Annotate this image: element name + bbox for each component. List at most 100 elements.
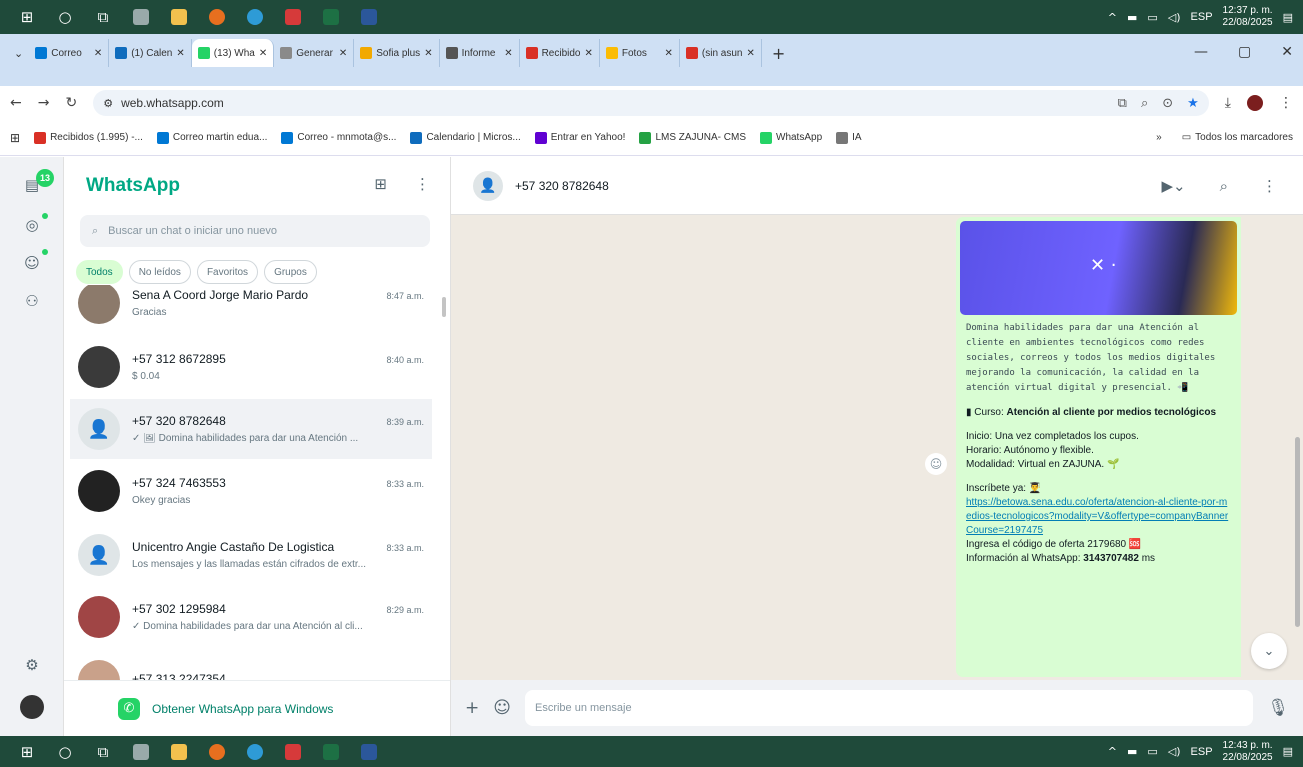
attach-plus-icon[interactable]: + xyxy=(465,698,479,718)
channels-icon[interactable]: ☺ xyxy=(22,253,42,273)
profile-avatar[interactable] xyxy=(20,695,44,719)
bookmark-star-icon[interactable]: ★ xyxy=(1187,96,1199,111)
contact-name[interactable]: +57 320 8782648 xyxy=(515,179,609,193)
tab-close-icon[interactable]: ✕ xyxy=(585,48,593,59)
bookmark-item[interactable]: Calendario | Micros... xyxy=(410,131,521,144)
display-icon[interactable]: ▭ xyxy=(1147,745,1157,758)
more-bookmarks-icon[interactable]: » xyxy=(1156,132,1162,143)
scroll-down-button[interactable]: ⌄ xyxy=(1251,633,1287,669)
back-icon[interactable]: ← xyxy=(10,95,22,111)
message-input[interactable] xyxy=(524,690,1254,726)
language-indicator[interactable]: ESP xyxy=(1191,11,1213,23)
bookmark-item[interactable]: Entrar en Yahoo! xyxy=(534,131,625,144)
get-app-banner[interactable]: ✆ Obtener WhatsApp para Windows xyxy=(64,680,450,736)
network-icon[interactable]: ▬ xyxy=(1127,11,1137,24)
clock[interactable]: 12:37 p. m. 22/08/2025 xyxy=(1223,5,1273,29)
communities-icon[interactable]: ⚇ xyxy=(22,291,42,311)
microphone-icon[interactable]: 🎙 xyxy=(1267,698,1289,718)
forward-icon[interactable]: → xyxy=(38,95,50,111)
firefox-icon[interactable] xyxy=(200,4,234,30)
browser-tab[interactable]: Recibido ✕ xyxy=(520,39,600,67)
chat-list-item[interactable]: +57 302 1295984 8:29 a.m. ✓ Domina habilid… xyxy=(70,587,432,647)
tab-close-icon[interactable]: ✕ xyxy=(665,48,673,59)
filter-unread[interactable]: No leídos xyxy=(128,260,191,284)
file-explorer-icon[interactable] xyxy=(162,4,196,30)
chat-list-scrollbar[interactable] xyxy=(442,297,446,317)
filter-groups[interactable]: Grupos xyxy=(264,260,317,284)
bookmark-item[interactable]: IA xyxy=(836,131,862,144)
chat-list-item[interactable]: +57 324 7463553 8:33 a.m. Okey gracias xyxy=(70,461,432,521)
site-info-icon[interactable]: ⚙ xyxy=(103,97,113,110)
task-view-icon[interactable]: ⧉ xyxy=(86,4,120,30)
tab-close-icon[interactable]: ✕ xyxy=(339,48,347,59)
app-icon[interactable] xyxy=(124,739,158,765)
tab-close-icon[interactable]: ✕ xyxy=(259,48,267,59)
excel-icon[interactable] xyxy=(314,739,348,765)
install-app-icon[interactable]: ⧉ xyxy=(1118,96,1127,111)
emoji-react-icon[interactable]: ☺ xyxy=(925,453,947,475)
contact-avatar[interactable]: 👤 xyxy=(473,170,503,201)
bookmark-item[interactable]: LMS ZAJUNA- CMS xyxy=(639,131,746,144)
word-icon[interactable] xyxy=(352,4,386,30)
app-icon[interactable] xyxy=(276,739,310,765)
maximize-icon[interactable]: ▢ xyxy=(1238,44,1251,60)
tray-chevron-icon[interactable]: ^ xyxy=(1108,11,1117,24)
app-icon[interactable] xyxy=(124,4,158,30)
tab-close-icon[interactable]: ✕ xyxy=(176,48,184,59)
browser-tab[interactable]: Sofia plus ✕ xyxy=(354,39,440,67)
word-icon[interactable] xyxy=(352,739,386,765)
profile-avatar[interactable] xyxy=(1247,95,1263,111)
message-bubble[interactable]: ✕ · Domina habilidades para dar una Aten… xyxy=(956,217,1241,677)
conversation-scrollbar[interactable] xyxy=(1295,437,1300,627)
search-icon[interactable]: ○ xyxy=(48,739,82,765)
browser-tab[interactable]: (13) Wha ✕ xyxy=(191,39,275,67)
share-icon[interactable]: ⊙ xyxy=(1162,96,1173,111)
browser-tab[interactable]: Correo ✕ xyxy=(29,39,110,67)
task-view-icon[interactable]: ⧉ xyxy=(86,739,120,765)
new-chat-icon[interactable]: ⊞ xyxy=(374,175,387,193)
tray-chevron-icon[interactable]: ^ xyxy=(1108,745,1117,758)
conversation-header[interactable]: 👤 +57 320 8782648 ▶⌄ ⌕ ⋮ xyxy=(451,157,1303,215)
app-icon[interactable] xyxy=(276,4,310,30)
tab-close-icon[interactable]: ✕ xyxy=(504,48,512,59)
bookmark-item[interactable]: Recibidos (1.995) -... xyxy=(34,131,143,144)
volume-icon[interactable]: ◁) xyxy=(1168,11,1181,24)
message-image[interactable]: ✕ · xyxy=(960,221,1237,315)
search-input[interactable] xyxy=(108,225,418,237)
tab-close-icon[interactable]: ✕ xyxy=(94,48,102,59)
course-link[interactable]: https://betowa.sena.edu.co/oferta/atenci… xyxy=(966,496,1231,538)
bookmark-item[interactable]: WhatsApp xyxy=(760,131,822,144)
bookmark-item[interactable]: Correo martin edua... xyxy=(156,131,267,144)
download-icon[interactable]: ⤓ xyxy=(1225,95,1231,111)
minimize-icon[interactable]: — xyxy=(1194,44,1208,60)
close-window-icon[interactable]: ✕ xyxy=(1281,44,1293,60)
browser-tab[interactable]: Fotos ✕ xyxy=(600,39,680,67)
filter-all[interactable]: Todos xyxy=(76,260,123,284)
omnibox[interactable]: ⚙ web.whatsapp.com ⧉ ⌕ ⊙ ★ xyxy=(93,90,1209,116)
volume-icon[interactable]: ◁) xyxy=(1168,745,1181,758)
menu-kebab-icon[interactable]: ⋮ xyxy=(415,175,430,193)
browser-tab[interactable]: (1) Calen ✕ xyxy=(109,39,192,67)
network-icon[interactable]: ▬ xyxy=(1127,745,1137,758)
chat-list-item[interactable]: 👤 +57 320 8782648 8:39 a.m. ✓ 🖼 Domina habi… xyxy=(70,399,432,459)
tab-close-icon[interactable]: ✕ xyxy=(746,48,754,59)
sticker-icon[interactable]: ☺ xyxy=(493,698,511,718)
app-icon[interactable] xyxy=(238,4,272,30)
clock[interactable]: 12:43 p. m. 22/08/2025 xyxy=(1223,740,1273,764)
apps-grid-icon[interactable]: ⊞ xyxy=(10,131,20,145)
settings-gear-icon[interactable]: ⚙ xyxy=(22,655,42,675)
chat-list-item[interactable]: +57 313 2247354 xyxy=(70,651,432,680)
firefox-icon[interactable] xyxy=(200,739,234,765)
chat-list-item[interactable]: +57 312 8672895 8:40 a.m. $ 0.04 xyxy=(70,337,432,397)
notifications-icon[interactable]: ▤ xyxy=(1283,11,1293,24)
windows-start-icon[interactable]: ⊞ xyxy=(10,739,44,765)
browser-tab[interactable]: Generar ✕ xyxy=(274,39,355,67)
tab-search-icon[interactable]: ⌄ xyxy=(8,47,29,60)
new-tab-icon[interactable]: + xyxy=(762,44,795,63)
notifications-icon[interactable]: ▤ xyxy=(1283,745,1293,758)
menu-kebab-icon[interactable]: ⋮ xyxy=(1262,177,1277,195)
browser-tab[interactable]: (sin asun ✕ xyxy=(680,39,762,67)
video-call-icon[interactable]: ▶⌄ xyxy=(1161,177,1185,195)
tab-close-icon[interactable]: ✕ xyxy=(424,48,432,59)
excel-icon[interactable] xyxy=(314,4,348,30)
